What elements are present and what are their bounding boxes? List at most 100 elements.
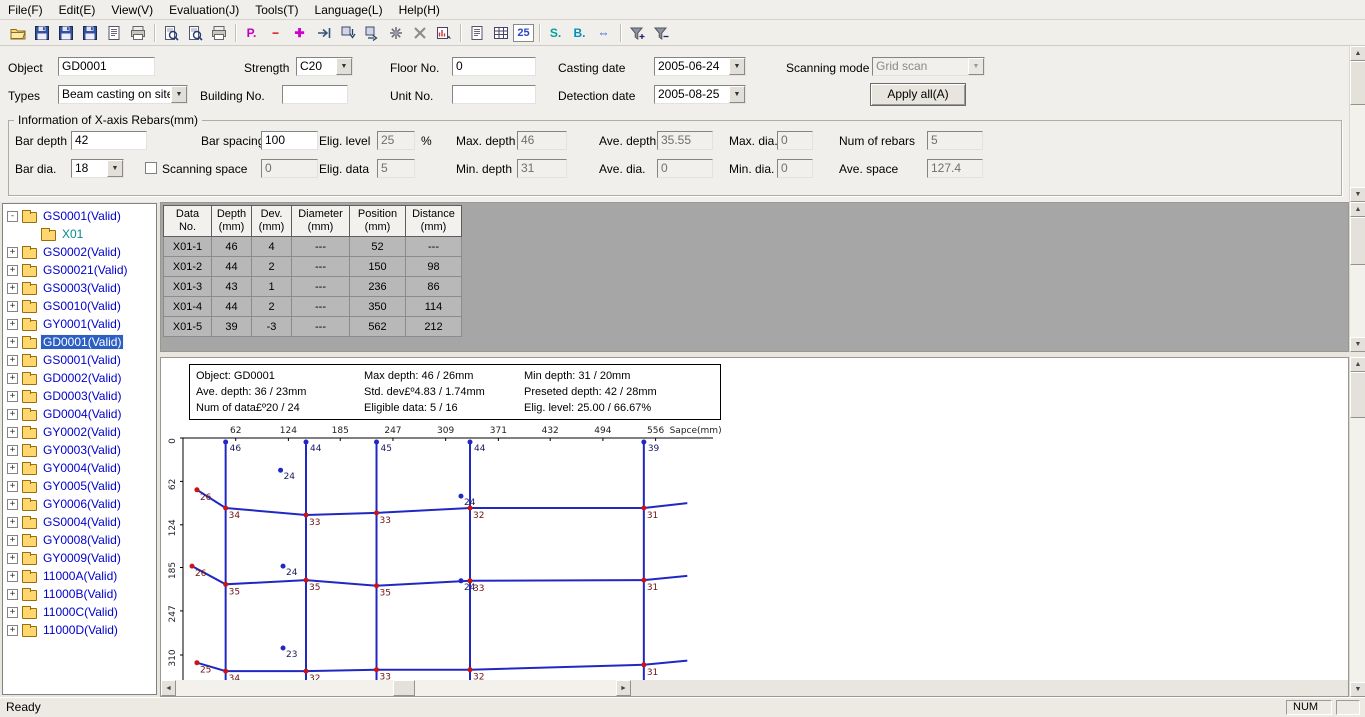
tree-item-gd0004valid[interactable]: + GD0004(Valid) [3,405,156,423]
tree-item-gs0001valid[interactable]: +GS0001(Valid) [3,351,156,369]
column-header[interactable]: Depth(mm) [212,206,252,237]
tree-item-gy0004valid[interactable]: +GY0004(Valid) [3,459,156,477]
tree-item-label[interactable]: GS0001(Valid) [41,209,123,223]
expand-toggle-icon[interactable]: + [7,445,18,456]
scanning-space-checkbox[interactable] [145,162,157,174]
menu-tools[interactable]: Tools(T) [247,0,306,20]
tree-item-label[interactable]: GY0002(Valid) [41,425,123,439]
scroll-down-button[interactable]: ▼ [1350,682,1365,697]
tree-item-label[interactable]: 11000A(Valid) [41,569,119,583]
tree-item-label[interactable]: GD0004(Valid) [41,407,123,421]
tree-item-11000avalid[interactable]: +11000A(Valid) [3,567,156,585]
scroll-up-button[interactable]: ▲ [1350,46,1365,61]
strength-select[interactable]: C20 ▼ [296,57,353,76]
menu-view[interactable]: View(V) [103,0,161,20]
table-row[interactable]: X01-4442---350114 [164,297,462,317]
swap-axes-button[interactable]: ⇔ [592,22,615,44]
tree-item-gd0003valid[interactable]: +GD0003(Valid) [3,387,156,405]
tree-item-label[interactable]: 11000B(Valid) [41,587,119,601]
tree-item-gs0010valid[interactable]: +GS0010(Valid) [3,297,156,315]
table-row[interactable]: X01-539-3---562212 [164,317,462,337]
column-header[interactable]: Dev.(mm) [252,206,292,237]
expand-toggle-icon[interactable]: + [7,373,18,384]
table-scrollbar[interactable]: ▲ ▼ [1349,202,1365,352]
scrollbar-thumb[interactable] [393,680,415,696]
scrollbar-thumb[interactable] [1350,217,1365,265]
tree-item-label[interactable]: GD0001(Valid) [41,335,123,349]
tree-item-gy0005valid[interactable]: + GY0005(Valid) [3,477,156,495]
expand-toggle-icon[interactable]: + [7,301,18,312]
expand-toggle-icon[interactable]: + [7,319,18,330]
chevron-down-icon[interactable]: ▼ [336,58,352,75]
tree-item-label[interactable]: GS0003(Valid) [41,281,123,295]
print-button[interactable] [207,22,230,44]
chevron-down-icon[interactable]: ▼ [729,86,745,103]
add-point-button[interactable]: ✚ [288,22,311,44]
expand-toggle-icon[interactable]: + [7,283,18,294]
tree-item-label[interactable]: GY0008(Valid) [41,533,123,547]
expand-toggle-icon[interactable]: + [7,247,18,258]
tree-item-11000dvalid[interactable]: +11000D(Valid) [3,621,156,639]
tree-item-label[interactable]: GY0005(Valid) [41,479,123,493]
expand-toggle-icon[interactable]: + [7,499,18,510]
panel-scrollbar[interactable]: ▲ ▼ [1349,46,1365,202]
expand-toggle-icon[interactable]: + [7,535,18,546]
scrollbar-thumb[interactable] [1350,372,1365,418]
pack-down-button[interactable] [336,22,359,44]
bar-depth-input[interactable]: 42 [71,131,147,150]
tree-item-11000cvalid[interactable]: +11000C(Valid) [3,603,156,621]
tree-item-label[interactable]: GY0006(Valid) [41,497,123,511]
chart-horizontal-scrollbar[interactable]: ◄ ► [161,680,631,696]
tree-item-gy0001valid[interactable]: + GY0001(Valid) [3,315,156,333]
tree-item-label[interactable]: GS0004(Valid) [41,515,123,529]
chart-scrollbar[interactable]: ▲ ▼ [1349,357,1365,697]
tree-item-label[interactable]: GY0001(Valid) [41,317,123,331]
scroll-left-button[interactable]: ◄ [161,680,176,696]
tree-item-gy0003valid[interactable]: + GY0003(Valid) [3,441,156,459]
b-mode-button[interactable]: B. [568,22,591,44]
scroll-up-button[interactable]: ▲ [1350,357,1365,372]
expand-toggle-icon[interactable]: + [7,625,18,636]
tree-item-label[interactable]: GD0003(Valid) [41,389,123,403]
tree-item-gs0004valid[interactable]: +GS0004(Valid) [3,513,156,531]
tree-item-label[interactable]: 11000C(Valid) [41,605,120,619]
expand-toggle-icon[interactable]: - [7,211,18,222]
expand-toggle-icon[interactable]: + [7,607,18,618]
chart-export-button[interactable] [432,22,455,44]
save-as-button[interactable] [78,22,101,44]
table-row[interactable]: X01-1464---52--- [164,237,462,257]
tree-item-x01[interactable]: X01 [3,225,156,243]
column-header[interactable]: Distance(mm) [406,206,462,237]
bar-dia-select[interactable]: 18 ▼ [71,159,124,178]
filter-add-button[interactable] [625,22,648,44]
tree-item-gs0001valid[interactable]: - GS0001(Valid) [3,207,156,225]
s-mode-button[interactable]: S. [544,22,567,44]
chevron-down-icon[interactable]: ▼ [107,160,123,177]
tree-item-label[interactable]: 11000D(Valid) [41,623,120,637]
scroll-down-button[interactable]: ▼ [1350,187,1365,202]
expand-toggle-icon[interactable]: + [7,265,18,276]
column-header[interactable]: Position(mm) [350,206,406,237]
building-input[interactable] [282,85,348,104]
tree-item-11000bvalid[interactable]: +11000B(Valid) [3,585,156,603]
save-button[interactable] [30,22,53,44]
scroll-down-button[interactable]: ▼ [1350,337,1365,352]
menu-help[interactable]: Help(H) [391,0,448,20]
tree-item-label[interactable]: GS00021(Valid) [41,263,130,277]
expand-toggle-icon[interactable]: + [7,553,18,564]
expand-toggle-icon[interactable]: + [7,481,18,492]
casting-date-select[interactable]: 2005-06-24 ▼ [654,57,746,76]
tree-item-label[interactable]: GY0009(Valid) [41,551,123,565]
pack-right-button[interactable] [360,22,383,44]
tree-item-label[interactable]: X01 [60,227,85,241]
tree-item-label[interactable]: GY0003(Valid) [41,443,123,457]
find-button[interactable] [159,22,182,44]
expand-toggle-icon[interactable]: + [7,337,18,348]
menu-edit[interactable]: Edit(E) [51,0,104,20]
tree-item-label[interactable]: GY0004(Valid) [41,461,123,475]
num-25-button[interactable]: 25 [513,24,534,42]
expand-toggle-icon[interactable]: + [7,409,18,420]
scroll-right-button[interactable]: ► [616,680,631,696]
filter-remove-button[interactable] [649,22,672,44]
scrollbar-thumb[interactable] [1350,61,1365,105]
